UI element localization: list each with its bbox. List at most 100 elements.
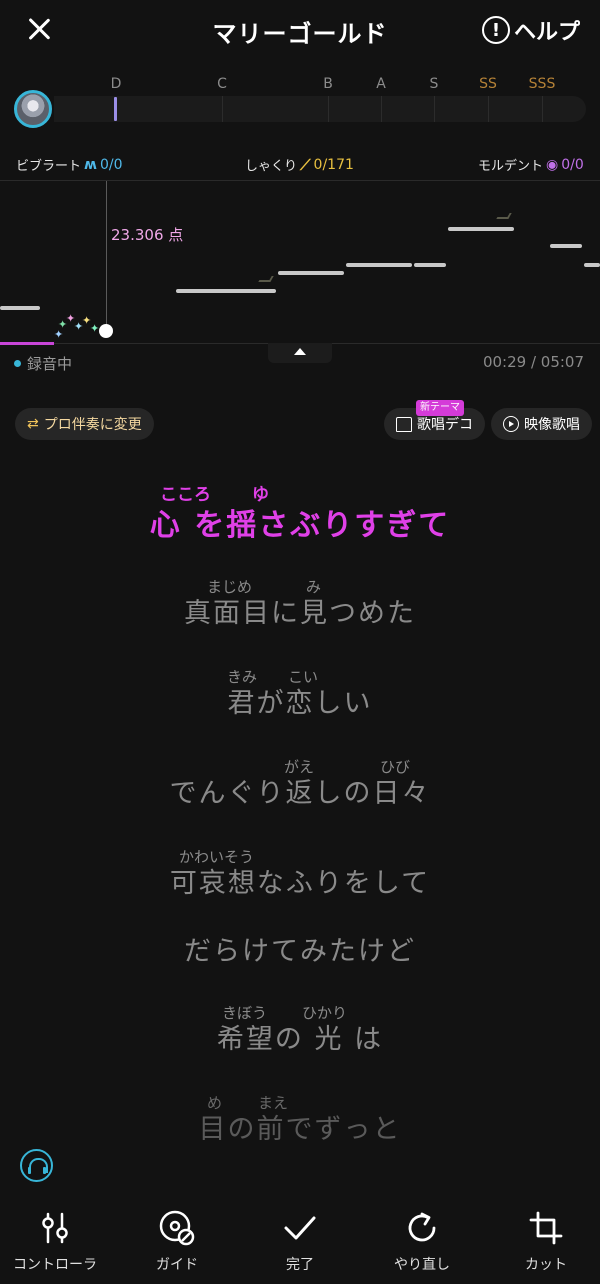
- rank-label-d: D: [110, 76, 122, 92]
- lyric-line-current: 心 を揺さぶりすぎて: [0, 500, 600, 544]
- lyric-ruby: ひかり: [302, 1004, 348, 1022]
- lyric-line: 真面目に見つめた: [0, 591, 600, 630]
- rank-label-b: B: [323, 76, 333, 92]
- lyric-line: 目の前でずっと: [0, 1107, 600, 1146]
- lyric-ruby: み: [306, 578, 322, 596]
- video-label: 映像歌唱: [524, 417, 580, 433]
- new-theme-badge: 新テーマ: [416, 400, 464, 416]
- shakuri-count: 0/171: [313, 156, 354, 173]
- lyric-line: 希望の 光 は: [0, 1017, 600, 1056]
- time-display: 00:29 / 05:07: [482, 353, 584, 371]
- swap-icon: ⇄: [27, 416, 39, 432]
- headphone-icon[interactable]: [20, 1149, 53, 1182]
- lyric-text: でんぐり返しの日々: [169, 778, 431, 809]
- rank-marker: [114, 97, 117, 121]
- pro-label: プロ伴奏に変更: [43, 417, 142, 433]
- lyric-line: だらけてみたけど: [0, 929, 600, 968]
- bottom-toolbar: コントローラ ガイド 完了 やり直し カット: [0, 1196, 600, 1284]
- guide-button[interactable]: ガイド: [117, 1208, 237, 1274]
- crop-icon: [486, 1208, 600, 1248]
- pro-accompaniment-button[interactable]: ⇄ プロ伴奏に変更: [15, 408, 154, 440]
- lyric-ruby: がえ: [284, 758, 315, 776]
- recording-label: 録音中: [27, 355, 73, 373]
- mordent-count: 0/0: [561, 156, 584, 173]
- pitch-note: [176, 289, 276, 293]
- rank-label-sss: SSS: [528, 76, 556, 92]
- lyric-ruby: まじめ: [207, 578, 253, 596]
- vibrato-count: 0/0: [99, 156, 123, 173]
- lyric-ruby: かわいそう: [179, 848, 255, 866]
- vibrato-stat: ビブラート ʍ 0/0: [16, 155, 123, 175]
- exclamation-icon: !: [481, 16, 510, 44]
- lyric-text: 可哀想なふりをして: [169, 868, 431, 899]
- cut-label: カット: [525, 1257, 567, 1273]
- rank-tick: [434, 96, 435, 122]
- lyric-text: 君が恋しい: [227, 688, 373, 719]
- redo-button[interactable]: やり直し: [362, 1208, 482, 1274]
- rank-tick: [542, 96, 543, 122]
- lyric-ruby: まえ: [258, 1094, 289, 1112]
- vibrato-icon: ʍ: [84, 156, 97, 173]
- lyric-ruby: ゆ: [252, 485, 269, 505]
- refresh-icon: [362, 1208, 482, 1248]
- shakuri-label: しゃくり: [245, 159, 298, 174]
- pitch-note: [0, 306, 40, 310]
- avatar[interactable]: [14, 90, 52, 128]
- controller-label: コントローラ: [13, 1257, 97, 1273]
- technique-row: ビブラート ʍ 0/0 しゃくり ⟋ 0/171 モルデント ◉ 0/0: [0, 155, 600, 175]
- help-label: ヘルプ: [513, 20, 580, 45]
- redo-label: やり直し: [394, 1257, 450, 1273]
- mordent-icon: ◉: [546, 156, 559, 173]
- lyric-ruby: ひび: [380, 758, 411, 776]
- sparkle-icon: ✦: [54, 328, 64, 341]
- cut-button[interactable]: カット: [486, 1208, 600, 1274]
- shakuri-icon: ⟋: [300, 155, 311, 174]
- lyric-ruby: きぼう: [222, 1004, 268, 1022]
- score-display: 23.306 点: [111, 226, 184, 244]
- guide-label: ガイド: [156, 1257, 198, 1273]
- controller-button[interactable]: コントローラ: [0, 1208, 115, 1274]
- rank-tick: [488, 96, 489, 122]
- lyric-ruby: きみ: [227, 668, 258, 686]
- vibrato-label: ビブラート: [16, 159, 82, 174]
- rank-tick: [222, 96, 223, 122]
- rank-tick: [328, 96, 329, 122]
- pitch-note: [278, 271, 344, 275]
- header: マリーゴールド ! ヘルプ: [0, 0, 600, 60]
- playhead: [106, 181, 107, 331]
- lyric-text: 目の前でずっと: [198, 1114, 402, 1145]
- done-button[interactable]: 完了: [240, 1208, 360, 1274]
- lyric-text: 心 を揺さぶりすぎて: [149, 508, 451, 543]
- recording-dot-icon: [14, 360, 21, 367]
- pitch-note: [550, 244, 582, 248]
- pitch-indicator: [99, 324, 113, 338]
- sliders-icon: [0, 1208, 115, 1248]
- pitch-note: [584, 263, 600, 267]
- rank-track: [54, 96, 586, 122]
- shirt-icon: [396, 416, 412, 432]
- lyric-text: 希望の 光 は: [216, 1024, 384, 1055]
- rank-label-c: C: [217, 76, 227, 92]
- pitch-note: [346, 263, 412, 267]
- lyric-text: だらけてみたけど: [184, 936, 416, 967]
- collapse-toggle[interactable]: [268, 343, 332, 363]
- lyric-line: 可哀想なふりをして: [0, 861, 600, 900]
- video-singing-button[interactable]: 映像歌唱: [491, 408, 592, 440]
- rank-label-a: A: [376, 76, 386, 92]
- disc-mute-icon: [117, 1208, 237, 1248]
- rank-tick: [381, 96, 382, 122]
- recording-status: 録音中: [14, 353, 72, 374]
- done-label: 完了: [286, 1257, 314, 1273]
- sparkle-icon: ✦: [90, 322, 100, 335]
- lyric-text: 真面目に見つめた: [184, 598, 416, 629]
- rank-label-s: S: [429, 76, 439, 92]
- lyric-ruby: め: [207, 1094, 223, 1112]
- lyric-ruby: こい: [288, 668, 319, 686]
- pitch-note: [448, 227, 514, 231]
- check-icon: [240, 1208, 360, 1248]
- mordent-stat: モルデント ◉ 0/0: [478, 155, 584, 175]
- song-progress: [0, 342, 54, 345]
- lyric-ruby: こころ: [160, 485, 211, 505]
- help-button[interactable]: ! ヘルプ: [481, 14, 580, 46]
- play-icon: [503, 416, 519, 432]
